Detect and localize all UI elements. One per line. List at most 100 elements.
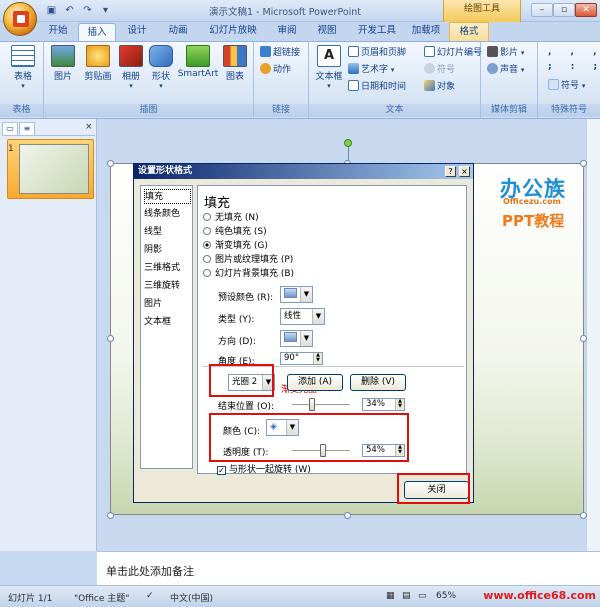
- tab-design[interactable]: 设计: [120, 22, 154, 41]
- header-footer-button[interactable]: 页眉和页脚: [348, 46, 406, 60]
- close-panel-icon[interactable]: ×: [85, 122, 93, 132]
- radio-solid-fill-circle[interactable]: [203, 227, 211, 235]
- radio-no-fill[interactable]: 无填充 (N): [203, 212, 259, 225]
- chart-button[interactable]: 图表: [220, 45, 250, 82]
- wordart-button[interactable]: 艺术字 ▾: [348, 63, 394, 77]
- slide-number-button[interactable]: 幻灯片编号: [424, 46, 482, 60]
- type-label: 类型 (Y):: [218, 315, 255, 325]
- vertical-scrollbar[interactable]: [586, 119, 600, 551]
- tab-slideshow[interactable]: 幻灯片放映: [203, 22, 263, 41]
- highlight-box-close: [397, 473, 470, 504]
- notes-pane[interactable]: 单击此处添加备注: [97, 551, 600, 585]
- special-symbol-button[interactable]: 符号 ▾: [548, 79, 585, 93]
- nav-line-color[interactable]: 线条颜色: [144, 207, 191, 222]
- shapes-icon: [149, 45, 173, 67]
- undo-icon[interactable]: ↶: [62, 3, 77, 18]
- tab-review[interactable]: 审阅: [270, 22, 304, 41]
- clipart-button[interactable]: 剪贴画: [80, 45, 116, 82]
- resize-handle-nw[interactable]: [107, 160, 114, 167]
- nav-fill[interactable]: 填充: [144, 189, 191, 204]
- help-button[interactable]: ?: [445, 166, 456, 177]
- radio-no-fill-circle[interactable]: [203, 213, 211, 221]
- datetime-button[interactable]: 日期和时间: [348, 80, 406, 94]
- preset-colors-dropdown[interactable]: ▼: [280, 286, 313, 303]
- redo-icon[interactable]: ↷: [80, 3, 95, 18]
- radio-gradient-fill[interactable]: 渐变填充 (G): [203, 240, 268, 253]
- slides-tab[interactable]: ▭: [2, 122, 18, 135]
- minimize-button[interactable]: –: [531, 3, 553, 17]
- nav-line-style[interactable]: 线型: [144, 225, 191, 240]
- save-icon[interactable]: ▣: [44, 3, 59, 18]
- album-icon: [119, 45, 143, 67]
- end-position-slider-thumb[interactable]: [308, 398, 315, 411]
- status-zoom[interactable]: 65%: [436, 591, 456, 601]
- symbol-dots-row1[interactable]: , , ,: [548, 45, 600, 59]
- add-stop-button[interactable]: 添加 (A): [287, 374, 343, 391]
- nav-3d-format[interactable]: 三维格式: [144, 261, 191, 276]
- symbol-button[interactable]: 符号: [424, 63, 455, 77]
- slideshow-view-icon[interactable]: ▭: [418, 591, 427, 601]
- direction-dropdown[interactable]: ▼: [280, 330, 313, 347]
- object-button[interactable]: 对象: [424, 80, 455, 94]
- nav-picture[interactable]: 图片: [144, 297, 191, 312]
- hyperlink-button[interactable]: 超链接: [260, 46, 300, 60]
- tab-animation[interactable]: 动画: [160, 22, 196, 41]
- movie-button[interactable]: 影片 ▾: [487, 46, 524, 60]
- textbox-button[interactable]: A 文本框 ▾: [313, 45, 345, 90]
- radio-picture-fill-circle[interactable]: [203, 255, 211, 263]
- tab-view[interactable]: 视图: [310, 22, 344, 41]
- close-window-button[interactable]: ✕: [575, 3, 597, 17]
- checkbox-checked-icon[interactable]: ✓: [217, 466, 226, 475]
- nav-shadow[interactable]: 阴影: [144, 243, 191, 258]
- album-button[interactable]: 相册 ▾: [116, 45, 146, 90]
- table-button[interactable]: 表格 ▾: [6, 45, 40, 90]
- tab-developer[interactable]: 开发工具: [352, 22, 402, 41]
- smartart-button[interactable]: SmartArt: [176, 45, 220, 79]
- spinner-arrows-icon[interactable]: ▲ ▼: [313, 353, 322, 364]
- radio-solid-fill[interactable]: 纯色填充 (S): [203, 226, 267, 239]
- slide-thumbnail-image[interactable]: [19, 144, 89, 194]
- radio-background-fill-circle[interactable]: [203, 269, 211, 277]
- resize-handle-e[interactable]: [580, 335, 587, 342]
- maximize-button[interactable]: ▫: [553, 3, 575, 17]
- picture-button[interactable]: 图片: [48, 45, 78, 82]
- type-dropdown[interactable]: 线性 ▼: [280, 308, 325, 325]
- action-button[interactable]: 动作: [260, 63, 291, 77]
- tab-insert[interactable]: 插入: [78, 23, 116, 42]
- angle-input[interactable]: 90° ▲ ▼: [280, 352, 323, 365]
- qat-customize-icon[interactable]: ▾: [98, 3, 113, 18]
- sorter-view-icon[interactable]: ▤: [402, 591, 411, 601]
- dialog-close-x-button[interactable]: ×: [459, 166, 470, 177]
- shapes-button[interactable]: 形状 ▾: [146, 45, 176, 90]
- nav-3d-rotation[interactable]: 三维旋转: [144, 279, 191, 294]
- symbol-dots-row2[interactable]: ; : ;: [548, 60, 600, 74]
- group-illustrations: 图片 剪贴画 相册 ▾ 形状 ▾ SmartArt 图表 插图: [44, 42, 254, 118]
- end-position-label: 结束位置 (O):: [218, 402, 274, 412]
- resize-handle-s[interactable]: [344, 512, 351, 519]
- resize-handle-w[interactable]: [107, 335, 114, 342]
- office-button[interactable]: [3, 2, 37, 36]
- sound-button[interactable]: 声音 ▾: [487, 63, 524, 77]
- clipart-icon: [86, 45, 110, 67]
- delete-stop-button[interactable]: 删除 (V): [350, 374, 406, 391]
- resize-handle-ne[interactable]: [580, 160, 587, 167]
- chart-icon: [223, 45, 247, 67]
- radio-picture-fill[interactable]: 图片或纹理填充 (P): [203, 254, 293, 267]
- spellcheck-icon[interactable]: ✓: [146, 591, 154, 601]
- normal-view-icon[interactable]: ▦: [386, 591, 395, 601]
- rotation-handle[interactable]: [344, 139, 352, 147]
- radio-gradient-fill-circle[interactable]: [203, 241, 211, 249]
- tab-format[interactable]: 格式: [449, 22, 489, 41]
- rotate-with-shape-checkbox[interactable]: ✓ 与形状一起旋转 (W): [217, 462, 311, 475]
- end-position-slider-track[interactable]: [292, 404, 350, 406]
- resize-handle-sw[interactable]: [107, 512, 114, 519]
- resize-handle-se[interactable]: [580, 512, 587, 519]
- outline-tab[interactable]: ≡: [19, 122, 35, 135]
- nav-textbox[interactable]: 文本框: [144, 315, 191, 330]
- tab-home[interactable]: 开始: [40, 22, 76, 41]
- radio-background-fill[interactable]: 幻灯片背景填充 (B): [203, 268, 294, 281]
- tab-addins[interactable]: 加载项: [406, 22, 446, 41]
- end-position-input[interactable]: 34% ▲ ▼: [362, 398, 405, 411]
- dialog-nav: 填充 线条颜色 线型 阴影 三维格式 三维旋转 图片 文本框: [140, 185, 193, 469]
- spinner-arrows-icon[interactable]: ▲ ▼: [395, 399, 404, 410]
